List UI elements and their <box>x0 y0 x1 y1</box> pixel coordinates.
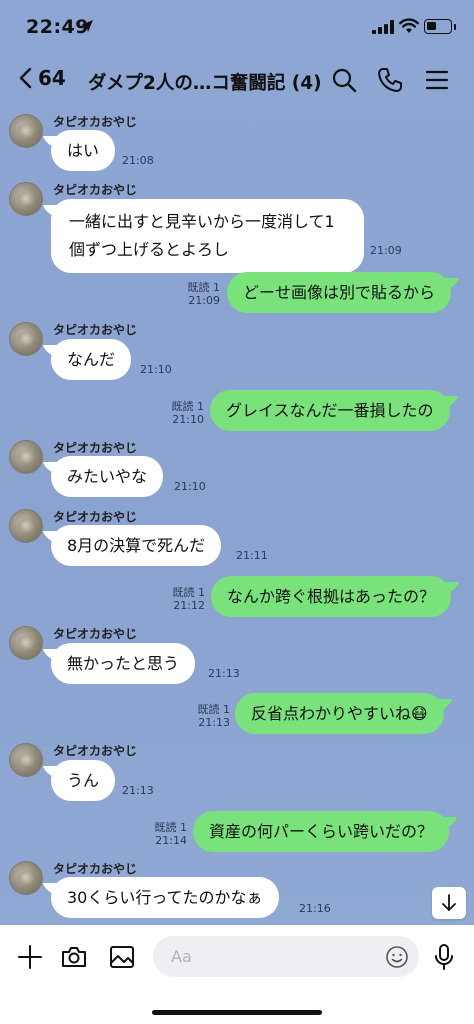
avatar[interactable] <box>9 861 43 895</box>
battery-cap <box>454 24 456 30</box>
read-receipt: 既読 1 <box>171 400 205 413</box>
message-time: 21:10 <box>174 480 206 493</box>
back-button[interactable]: 64 <box>18 66 66 90</box>
message-time: 21:09 <box>370 244 402 257</box>
sender-name: タピオカおやじ <box>53 441 138 455</box>
microphone-icon[interactable] <box>430 943 458 971</box>
avatar[interactable] <box>9 509 43 543</box>
scroll-to-bottom-button[interactable] <box>432 887 466 919</box>
message-bubble-outgoing[interactable]: なんか跨ぐ根拠はあったの？ <box>211 576 452 617</box>
message-bubble-outgoing[interactable]: どーせ画像は別で貼るから <box>227 272 452 313</box>
avatar[interactable] <box>9 743 43 777</box>
message-time: 21:14 <box>155 834 187 847</box>
read-receipt-meta: 既読 1 21:09 <box>180 281 221 307</box>
message-bubble-outgoing[interactable]: 資産の何パーくらい跨いだの？ <box>193 811 450 852</box>
message-bubble-incoming[interactable]: はい <box>51 130 116 171</box>
message-time: 21:12 <box>173 599 205 612</box>
message-bubble-incoming[interactable]: みたいやな <box>51 456 164 497</box>
message-bubble-incoming[interactable]: うん <box>51 760 116 801</box>
read-receipt: 既読 1 <box>187 281 221 294</box>
status-bar: 22:49 <box>0 0 474 52</box>
message-bubble-outgoing[interactable]: 反省点わかりやすいね😷 <box>235 693 444 734</box>
sender-name: タピオカおやじ <box>53 510 138 524</box>
message-time: 21:13 <box>122 784 154 797</box>
battery-icon <box>424 19 452 34</box>
avatar[interactable] <box>9 322 43 356</box>
message-bubble-incoming[interactable]: 無かったと思う <box>51 643 196 684</box>
read-receipt-meta: 既読 1 21:14 <box>145 821 188 847</box>
chat-header: 64 ダメプ2人の…コ奮闘記 (4) <box>0 52 474 110</box>
message-bubble-outgoing[interactable]: グレイスなんだ一番損したの <box>210 390 450 431</box>
message-time: 21:09 <box>188 294 220 307</box>
read-receipt: 既読 1 <box>154 821 188 834</box>
avatar[interactable] <box>9 114 43 148</box>
phone-icon[interactable] <box>376 66 404 94</box>
arrow-down-icon <box>442 894 456 911</box>
message-bubble-incoming[interactable]: なんだ <box>51 339 132 380</box>
smiley-icon[interactable] <box>385 945 409 969</box>
plus-icon[interactable] <box>16 943 44 971</box>
unread-count: 64 <box>38 66 66 90</box>
message-input-bar <box>0 925 474 1024</box>
sender-name: タピオカおやじ <box>53 862 138 876</box>
search-icon[interactable] <box>330 66 358 94</box>
wifi-icon <box>399 18 419 33</box>
message-bubble-incoming[interactable]: 8月の決算で死んだ <box>51 525 222 566</box>
avatar[interactable] <box>9 182 43 216</box>
chat-title[interactable]: ダメプ2人の…コ奮闘記 (4) <box>88 69 322 95</box>
sender-name: タピオカおやじ <box>53 183 138 197</box>
signal-icon <box>372 20 394 34</box>
sender-name: タピオカおやじ <box>53 627 138 641</box>
message-bubble-incoming[interactable]: 一緒に出すと見辛いから一度消して1個ずつ上げるとよろし <box>51 199 364 273</box>
sender-name: タピオカおやじ <box>53 115 138 129</box>
read-receipt-meta: 既読 1 21:12 <box>163 586 206 612</box>
avatar[interactable] <box>9 626 43 660</box>
sender-name: タピオカおやじ <box>53 744 138 758</box>
read-receipt: 既読 1 <box>197 703 231 716</box>
chevron-left-icon <box>19 67 32 89</box>
message-list[interactable]: タピオカおやじ はい 21:08 タピオカおやじ 一緒に出すと見辛いから一度消し… <box>0 110 474 925</box>
read-receipt: 既読 1 <box>172 586 206 599</box>
message-time: 21:11 <box>236 549 268 562</box>
message-input[interactable] <box>153 936 419 977</box>
menu-icon[interactable] <box>423 66 451 94</box>
avatar[interactable] <box>9 440 43 474</box>
image-icon[interactable] <box>108 943 136 971</box>
message-time: 21:13 <box>198 716 230 729</box>
message-time: 21:10 <box>140 363 172 376</box>
message-time: 21:13 <box>208 667 240 680</box>
home-indicator <box>152 1010 322 1015</box>
location-arrow-icon <box>81 20 93 32</box>
message-time: 21:16 <box>299 902 331 915</box>
read-receipt-meta: 既読 1 21:13 <box>188 703 231 729</box>
read-receipt-meta: 既読 1 21:10 <box>164 400 205 426</box>
camera-icon[interactable] <box>60 943 88 971</box>
sender-name: タピオカおやじ <box>53 323 138 337</box>
message-bubble-incoming[interactable]: 30くらい行ってたのかなぁ <box>51 877 279 918</box>
message-time: 21:10 <box>172 413 204 426</box>
message-time: 21:08 <box>122 154 154 167</box>
